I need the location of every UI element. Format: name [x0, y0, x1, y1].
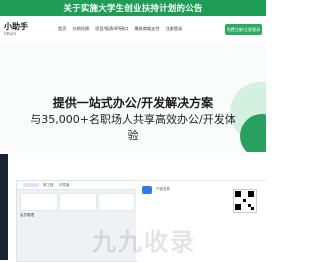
- app-section-label: 会员管理: [20, 213, 34, 217]
- preview-card: [98, 193, 135, 211]
- app-name: 产品名称: [156, 187, 170, 191]
- logo-subtext: tdturn: [4, 31, 17, 36]
- announcement-text: 关于实施大学生创业扶持计划的公告: [63, 4, 203, 14]
- nav-item-home[interactable]: 首页: [58, 26, 66, 32]
- site-logo[interactable]: 小助手 tdturn: [4, 20, 44, 38]
- app-icon: [142, 186, 152, 194]
- hero-subtitle: 与35,000+名职场人共享高效办公/开发体验: [30, 113, 236, 142]
- nav-item-payment[interactable]: 模拟商城支付: [134, 26, 159, 32]
- preview-card: [20, 193, 58, 211]
- app-tab-1: 某工程: [43, 183, 54, 187]
- hero-title: 提供一站式办公/开发解决方案: [52, 96, 214, 110]
- announcement-banner[interactable]: 关于实施大学生创业扶持计划的公告: [0, 0, 266, 16]
- top-navigation: 小助手 tdturn 首页 分销兑换 项目/报表API接口 模拟商城支付 注册登…: [0, 16, 266, 42]
- preview-app-toolbar: 某工程 开发者: [17, 181, 137, 190]
- nav-item-login[interactable]: 注册登录: [165, 26, 182, 32]
- register-button[interactable]: 免费注册/立即登录: [225, 24, 262, 35]
- preview-dark-sidebar: [0, 154, 8, 260]
- preview-card: [59, 193, 97, 211]
- nav-menu: 首页 分销兑换 项目/报表API接口 模拟商城支付 注册登录: [58, 26, 182, 32]
- watermark-text: 九九收录: [92, 228, 196, 256]
- hero-section: 提供一站式办公/开发解决方案 与35,000+名职场人共享高效办公/开发体验: [0, 42, 266, 152]
- nav-item-api[interactable]: 项目/报表API接口: [95, 26, 128, 32]
- toolbar-chip: [23, 183, 39, 187]
- app-tab-2: 开发者: [59, 183, 70, 187]
- qr-code-icon: [233, 189, 257, 213]
- nav-item-distribution[interactable]: 分销兑换: [72, 26, 89, 32]
